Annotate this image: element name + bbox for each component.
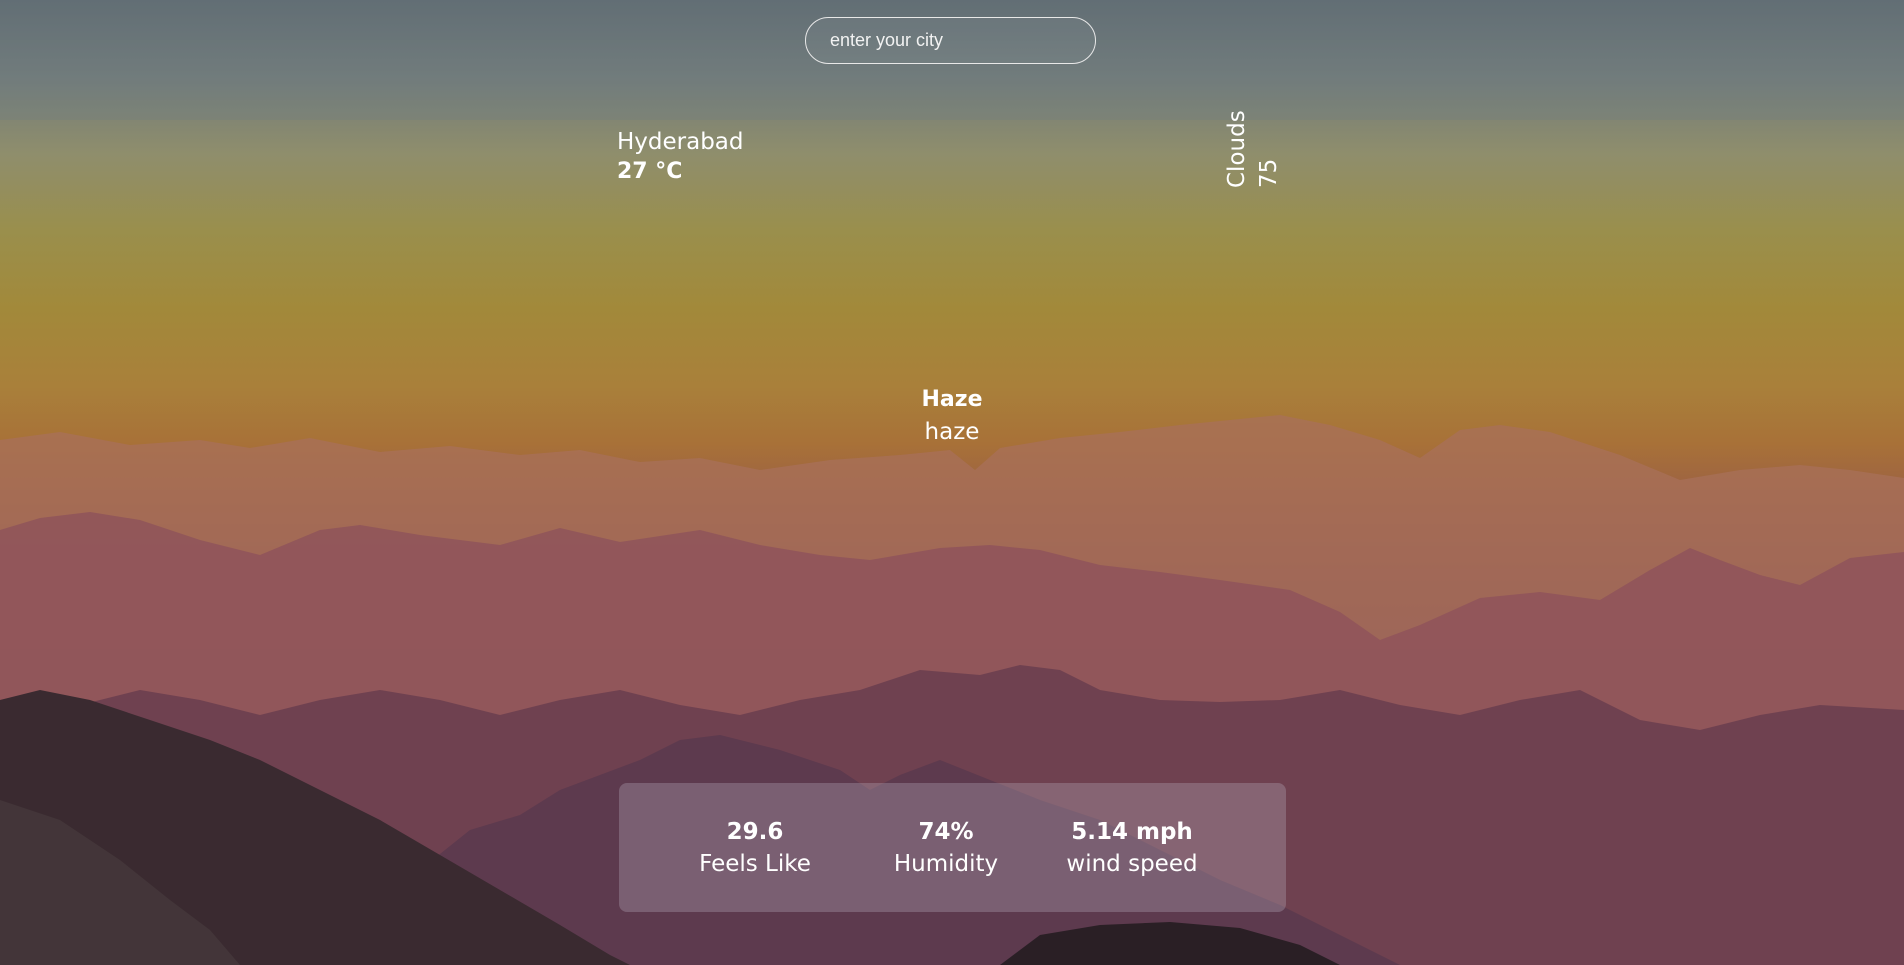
weather-condition: Haze haze	[852, 384, 1052, 448]
clouds-block: Clouds 75	[1222, 110, 1282, 190]
feels-like-value: 29.6	[726, 819, 784, 845]
wind-speed-value: 5.14 mph	[1071, 819, 1193, 845]
humidity-value: 74%	[918, 819, 974, 845]
city-name: Hyderabad	[617, 129, 744, 155]
weather-stats-panel: 29.6 Feels Like 74% Humidity 5.14 mph wi…	[619, 783, 1286, 912]
wind-speed-stat: 5.14 mph wind speed	[1052, 816, 1212, 880]
wind-speed-label: wind speed	[1066, 851, 1198, 877]
location-block: Hyderabad 27 °C	[617, 127, 744, 187]
humidity-stat: 74% Humidity	[886, 816, 1006, 880]
condition-main: Haze	[921, 387, 983, 412]
weather-page: Hyderabad 27 °C Clouds 75 Haze haze 29.6…	[0, 0, 1904, 965]
feels-like-label: Feels Like	[699, 851, 811, 877]
feels-like-stat: 29.6 Feels Like	[690, 816, 820, 880]
temperature-value: 27 °C	[617, 159, 683, 184]
condition-description: haze	[924, 419, 980, 445]
humidity-label: Humidity	[893, 851, 999, 877]
city-search-input[interactable]	[805, 17, 1096, 64]
clouds-value: 75	[1256, 158, 1282, 188]
clouds-label: Clouds	[1224, 110, 1250, 188]
